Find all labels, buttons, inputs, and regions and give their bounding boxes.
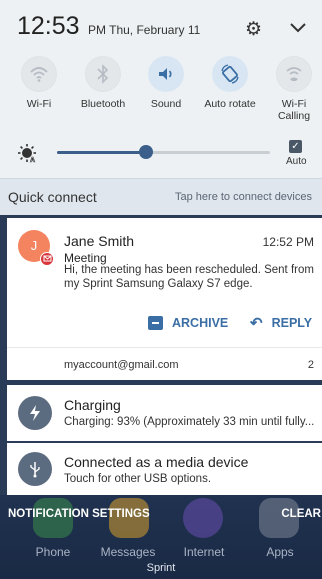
auto-brightness-checkbox[interactable]: ✓: [289, 140, 302, 153]
brightness-slider-fill: [57, 151, 147, 154]
archive-button[interactable]: ARCHIVE: [148, 314, 228, 332]
quick-setting-wifi[interactable]: Wi-Fi: [11, 56, 67, 110]
charging-title: Charging: [64, 397, 121, 413]
quick-setting-label: Wi-Fi: [26, 98, 52, 110]
wifi-icon: [30, 67, 48, 82]
quick-setting-label: Sound: [150, 98, 182, 110]
dock-label-internet: Internet: [183, 545, 225, 559]
charging-notification[interactable]: Charging Charging: 93% (Approximately 33…: [7, 385, 322, 441]
archive-icon: [148, 316, 163, 330]
notification-footer: NOTIFICATION SETTINGS CLEAR: [0, 505, 322, 527]
quick-connect-bar[interactable]: Quick connect Tap here to connect device…: [0, 178, 322, 215]
quick-setting-label: Wi-Fi Calling: [277, 98, 311, 122]
notification-account: myaccount@gmail.com: [64, 359, 179, 371]
quick-setting-bluetooth[interactable]: Bluetooth: [75, 56, 131, 110]
usb-icon: [18, 452, 52, 486]
carrier-label: Sprint: [146, 562, 176, 574]
quick-setting-auto-rotate[interactable]: Auto rotate: [202, 56, 258, 110]
clock-date: PM Thu, February 11: [88, 23, 201, 37]
notification-time: 12:52 PM: [262, 235, 314, 249]
archive-label: ARCHIVE: [172, 316, 229, 330]
dock-label-apps: Apps: [266, 545, 294, 559]
dock-label-messages: Messages: [100, 545, 156, 559]
brightness-icon: A: [18, 144, 36, 163]
wifi-calling-icon: [286, 67, 302, 81]
dock-label-phone: Phone: [35, 545, 71, 559]
settings-gear-icon[interactable]: ⚙: [245, 18, 262, 41]
clock-time: 12:53: [17, 12, 80, 40]
quick-setting-sound[interactable]: Sound: [138, 56, 194, 110]
email-notification[interactable]: J Jane Smith 12:52 PM Meeting Hi, the me…: [7, 218, 322, 380]
quick-connect-hint: Tap here to connect devices: [175, 191, 312, 203]
lightning-icon: [18, 396, 52, 430]
quick-panel: 12:53 PM Thu, February 11 ⚙ Wi-Fi Blueto…: [0, 0, 322, 178]
chevron-down-icon[interactable]: [287, 16, 309, 38]
mail-badge-icon: [40, 252, 54, 266]
notification-count: 2: [307, 359, 314, 371]
brightness-slider[interactable]: [57, 145, 270, 159]
sound-icon: [159, 68, 172, 80]
reply-button[interactable]: ↶ REPLY: [250, 314, 312, 332]
quick-setting-wifi-calling[interactable]: Wi-Fi Calling: [266, 56, 322, 122]
reply-icon: ↶: [250, 315, 263, 332]
clear-button[interactable]: CLEAR: [281, 508, 321, 520]
charging-body: Charging: 93% (Approximately 33 min unti…: [64, 416, 315, 428]
divider: [7, 347, 322, 348]
notification-body: Hi, the meeting has been rescheduled. Se…: [64, 264, 314, 290]
svg-text:A: A: [30, 157, 35, 163]
auto-rotate-icon: [221, 64, 239, 84]
usb-body: Touch for other USB options.: [64, 473, 212, 485]
brightness-slider-thumb[interactable]: [139, 145, 154, 159]
notification-subject: Meeting: [64, 251, 107, 265]
quick-connect-title: Quick connect: [8, 189, 97, 205]
usb-title: Connected as a media device: [64, 454, 249, 470]
quick-setting-label: Auto rotate: [204, 98, 256, 110]
quick-setting-label: Bluetooth: [80, 98, 126, 110]
bluetooth-icon: [97, 64, 109, 84]
usb-notification[interactable]: Connected as a media device Touch for ot…: [7, 443, 322, 495]
notification-sender: Jane Smith: [64, 233, 135, 249]
reply-label: REPLY: [271, 316, 313, 330]
auto-brightness-label: Auto: [286, 156, 307, 167]
notification-settings-button[interactable]: NOTIFICATION SETTINGS: [8, 508, 150, 520]
